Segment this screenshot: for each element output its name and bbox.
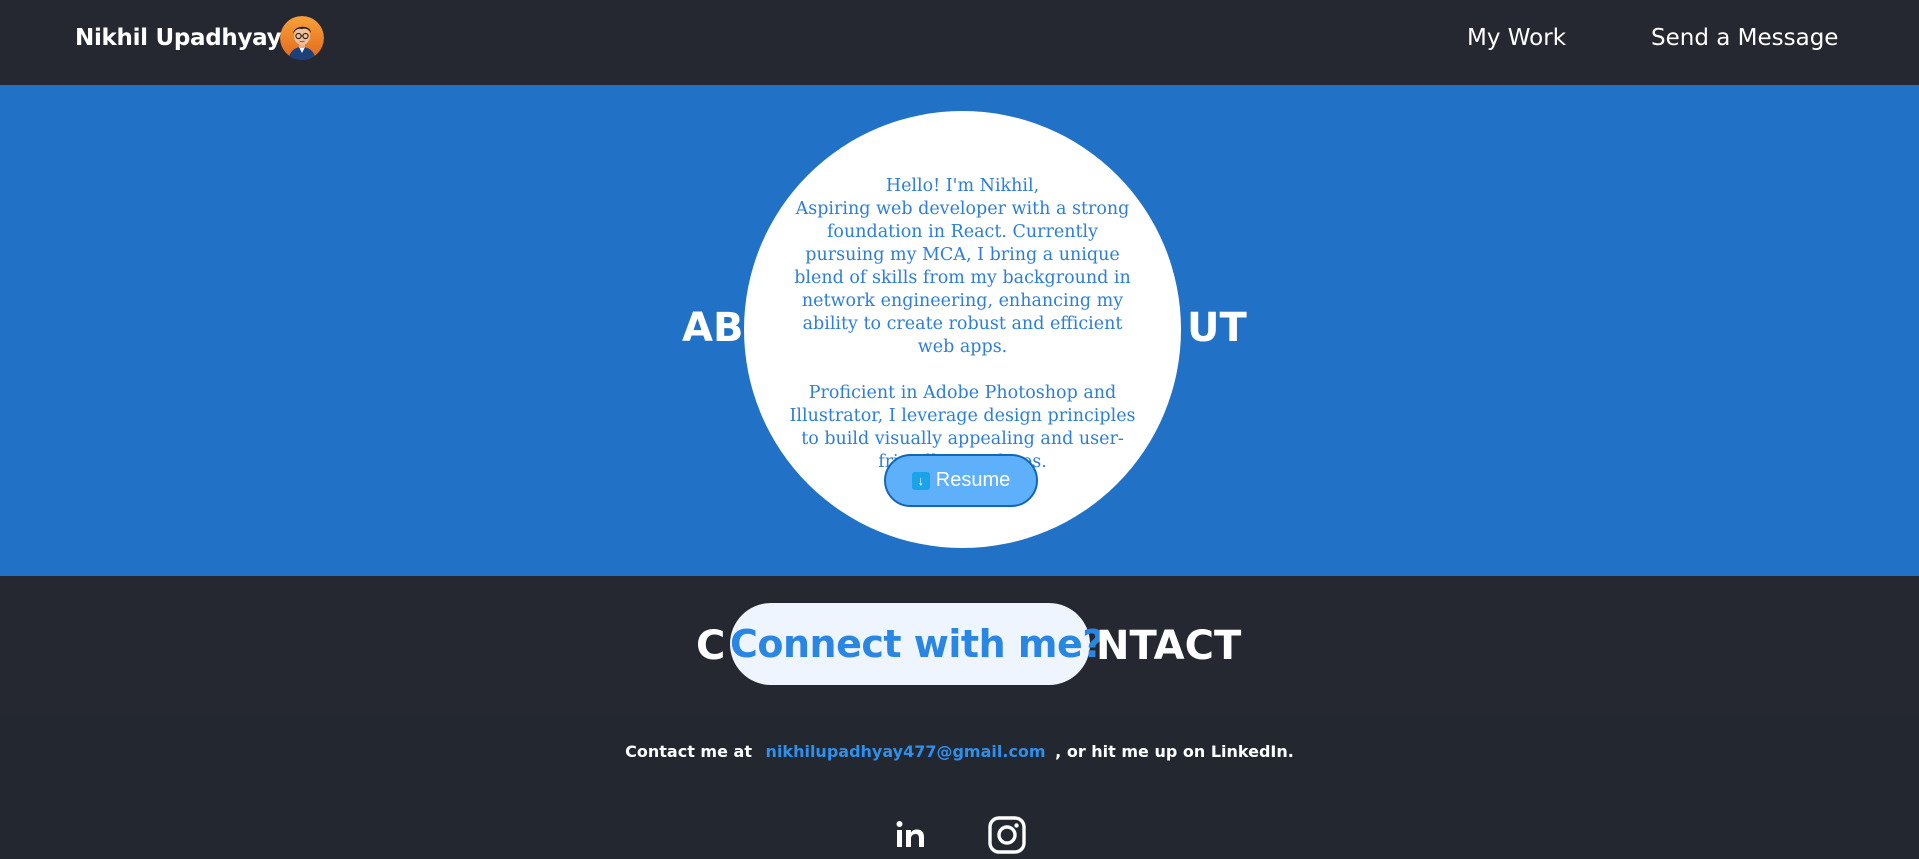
about-circle: Hello! I'm Nikhil, Aspiring web develope… — [744, 111, 1181, 548]
connect-pill: Connect with me? — [730, 603, 1104, 685]
email-link[interactable]: nikhilupadhyay477@gmail.com — [766, 742, 1046, 761]
contact-heading-section: C Connect with me? NTACT — [0, 576, 1919, 713]
about-heading-left: AB — [682, 305, 744, 351]
contact-prefix: Contact me at — [625, 742, 752, 761]
linkedin-icon[interactable] — [893, 815, 933, 855]
avatar — [280, 16, 324, 60]
nav-my-work[interactable]: My Work — [1467, 21, 1566, 55]
resume-button[interactable]: ↓ Resume — [884, 454, 1038, 507]
nav-send-message[interactable]: Send a Message — [1651, 21, 1838, 55]
avatar-illustration — [280, 16, 324, 60]
about-heading-right: UT — [1187, 305, 1247, 351]
resume-label: Resume — [935, 469, 1011, 491]
contact-heading-left: C — [696, 623, 726, 669]
brand-name[interactable]: Nikhil Upadhyay — [75, 20, 282, 56]
contact-suffix: , or hit me up on LinkedIn. — [1055, 742, 1294, 761]
about-paragraph-1: Hello! I'm Nikhil, Aspiring web develope… — [794, 176, 1131, 357]
about-section: AB Hello! I'm Nikhil, Aspiring web devel… — [0, 85, 1919, 576]
instagram-icon[interactable] — [987, 815, 1027, 855]
contact-line: Contact me at nikhilupadhyay477@gmail.co… — [0, 742, 1919, 762]
download-arrow-icon: ↓ — [911, 471, 930, 490]
contact-heading-right: NTACT — [1096, 623, 1242, 669]
navbar: Nikhil Upadhyay My Work Send a Message — [0, 0, 1919, 85]
footer: Contact me at nikhilupadhyay477@gmail.co… — [0, 713, 1919, 858]
about-text: Hello! I'm Nikhil, Aspiring web develope… — [788, 175, 1137, 474]
